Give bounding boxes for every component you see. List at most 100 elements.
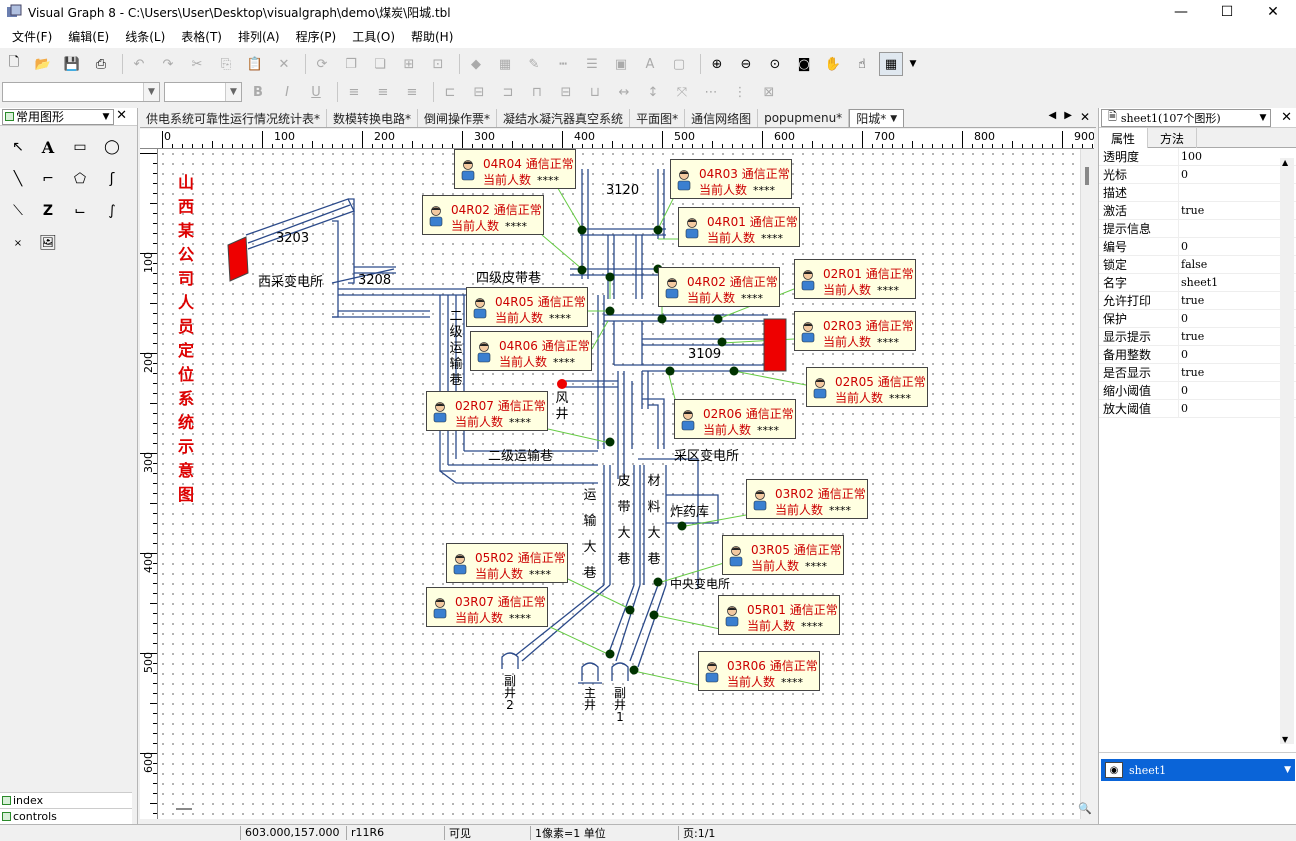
close-icon[interactable]: ✕ <box>1281 110 1292 125</box>
save-icon[interactable]: 💾 <box>60 52 84 76</box>
line-style-icon[interactable]: ┅ <box>551 52 575 76</box>
reader-status-card[interactable]: 02R07 通信正常 当前人数 **** <box>426 391 548 431</box>
open-folder-icon[interactable]: 📂 <box>31 52 55 76</box>
line-width-icon[interactable]: ☰ <box>580 52 604 76</box>
scroll-down-icon[interactable]: ▼ <box>1282 735 1288 744</box>
same-height-icon[interactable]: ↕ <box>641 80 665 104</box>
shadow-icon[interactable]: ▣ <box>609 52 633 76</box>
image-tool-icon[interactable]: 🖼 <box>34 230 62 256</box>
property-row[interactable]: 备用整数 0 <box>1099 345 1296 364</box>
tab-close-icon[interactable]: ✕ <box>1080 110 1090 124</box>
property-row[interactable]: 显示提示 true <box>1099 327 1296 346</box>
reader-status-card[interactable]: 03R07 通信正常 当前人数 **** <box>426 587 548 627</box>
chevron-down-icon[interactable]: ▼ <box>1284 765 1291 775</box>
tab-condenser-vacuum[interactable]: 凝结水凝汽器真空系统 <box>497 109 631 127</box>
reader-status-card[interactable]: 05R01 通信正常 当前人数 **** <box>718 595 840 635</box>
reader-status-card[interactable]: 04R05 通信正常 当前人数 **** <box>466 287 588 327</box>
menu-help[interactable]: 帮助(H) <box>403 28 461 45</box>
polygon-tool-icon[interactable]: ⬠ <box>66 166 94 192</box>
zoom-out-icon[interactable]: ⊖ <box>734 52 758 76</box>
property-row[interactable]: 激活 true <box>1099 201 1296 220</box>
font-name-select[interactable]: ▼ <box>2 82 160 102</box>
property-value[interactable]: 0 <box>1179 402 1188 415</box>
property-row[interactable]: 透明度 100 <box>1099 147 1296 166</box>
undo-icon[interactable]: ↶ <box>127 52 151 76</box>
zoom-in-icon[interactable]: ⊕ <box>705 52 729 76</box>
layer-item[interactable]: ◉ sheet1 ▼ <box>1101 759 1295 781</box>
bold-icon[interactable]: B <box>246 80 270 104</box>
scroll-up-icon[interactable]: ▲ <box>1282 158 1288 167</box>
redo-icon[interactable]: ↷ <box>156 52 180 76</box>
align-objects-top-icon[interactable]: ⊓ <box>525 80 549 104</box>
property-value[interactable]: 0 <box>1179 384 1188 397</box>
resize-icon[interactable]: ⊡ <box>426 52 450 76</box>
tab-dac-circuit[interactable]: 数模转换电路* <box>327 109 419 127</box>
font-size-select[interactable]: ▼ <box>164 82 242 102</box>
align-objects-right-icon[interactable]: ⊐ <box>496 80 520 104</box>
tab-power-reliability[interactable]: 供电系统可靠性运行情况统计表* <box>140 109 328 127</box>
reader-status-card[interactable]: 04R06 通信正常 当前人数 **** <box>470 331 592 371</box>
curve-connector-icon[interactable]: ∫ <box>98 198 126 224</box>
tab-right-icon[interactable]: ▶ <box>1064 110 1072 124</box>
zoom-fit-icon[interactable]: ⊙ <box>763 52 787 76</box>
property-row[interactable]: 提示信息 <box>1099 219 1296 238</box>
property-value[interactable]: 0 <box>1179 240 1188 253</box>
property-value[interactable]: 0 <box>1179 348 1188 361</box>
full-screen-icon[interactable]: ◙ <box>792 52 816 76</box>
menu-arrange[interactable]: 排列(A) <box>230 28 288 45</box>
text-tool-icon[interactable]: A <box>34 134 62 160</box>
underline-icon[interactable]: U <box>304 80 328 104</box>
connector-tool-icon[interactable]: ⟍ <box>4 198 32 224</box>
menu-edit[interactable]: 编辑(E) <box>60 28 117 45</box>
panel-tab-index[interactable]: index <box>0 792 132 808</box>
line-tool-icon[interactable]: ╲ <box>4 166 32 192</box>
reader-status-card[interactable]: 05R02 通信正常 当前人数 **** <box>446 543 568 583</box>
menu-program[interactable]: 程序(P) <box>288 28 345 45</box>
shape-category-select[interactable]: 常用图形 ▼ <box>2 108 114 125</box>
property-value[interactable]: true <box>1179 294 1204 307</box>
property-value[interactable]: 0 <box>1179 312 1188 325</box>
curve-tool-icon[interactable]: ʃ <box>98 166 126 192</box>
reader-status-card[interactable]: 02R05 通信正常 当前人数 **** <box>806 367 928 407</box>
reader-status-card[interactable]: 04R03 通信正常 当前人数 **** <box>670 159 792 199</box>
delete-icon[interactable]: ✕ <box>272 52 296 76</box>
cut-icon[interactable]: ✂ <box>185 52 209 76</box>
rotate-icon[interactable]: ⟳ <box>310 52 334 76</box>
align-objects-left-icon[interactable]: ⊏ <box>438 80 462 104</box>
print-icon[interactable]: ⎙ <box>89 52 113 76</box>
property-row[interactable]: 锁定 false <box>1099 255 1296 274</box>
tab-switching-ticket[interactable]: 倒闸操作票* <box>418 109 498 127</box>
rectangle-tool-icon[interactable]: ▭ <box>66 134 94 160</box>
reader-status-card[interactable]: 04R01 通信正常 当前人数 **** <box>678 207 800 247</box>
fill-color-icon[interactable]: ◆ <box>464 52 488 76</box>
pan-hand-icon[interactable]: ✋ <box>821 52 845 76</box>
align-objects-bottom-icon[interactable]: ⊔ <box>583 80 607 104</box>
reader-status-card[interactable]: 04R02 通信正常 当前人数 **** <box>422 195 544 235</box>
property-row[interactable]: 保护 0 <box>1099 309 1296 328</box>
property-value[interactable]: 0 <box>1179 168 1188 181</box>
align-right-icon[interactable]: ≡ <box>400 80 424 104</box>
align-objects-middle-icon[interactable]: ⊟ <box>554 80 578 104</box>
reader-status-card[interactable]: 03R06 通信正常 当前人数 **** <box>698 651 820 691</box>
font-color-icon[interactable]: A <box>638 52 662 76</box>
align-objects-center-icon[interactable]: ⊟ <box>467 80 491 104</box>
point-tool-icon[interactable]: × <box>4 230 32 256</box>
tab-yangcheng[interactable]: 阳城* ▼ <box>849 109 905 127</box>
property-value[interactable]: true <box>1179 330 1204 343</box>
menu-file[interactable]: 文件(F) <box>4 28 60 45</box>
tab-properties[interactable]: 属性 <box>1099 128 1149 148</box>
close-icon[interactable]: ✕ <box>116 108 127 123</box>
scroll-thumb[interactable] <box>1085 167 1089 185</box>
property-value[interactable]: true <box>1179 366 1204 379</box>
pattern-icon[interactable]: ▦ <box>493 52 517 76</box>
zigzag-tool-icon[interactable]: Z <box>34 198 62 224</box>
space-vertical-icon[interactable]: ⋮ <box>728 80 752 104</box>
space-horizontal-icon[interactable]: ⋯ <box>699 80 723 104</box>
tab-left-icon[interactable]: ◀ <box>1049 110 1057 124</box>
tab-popupmenu[interactable]: popupmenu* <box>758 109 850 127</box>
object-select[interactable]: 🗎 sheet1(107个图形) ▼ <box>1101 108 1271 127</box>
border-icon[interactable]: ▢ <box>667 52 691 76</box>
property-row[interactable]: 放大阈值 0 <box>1099 399 1296 418</box>
canvas-horizontal-scrollbar[interactable] <box>176 808 192 810</box>
property-row[interactable]: 光标 0 <box>1099 165 1296 184</box>
